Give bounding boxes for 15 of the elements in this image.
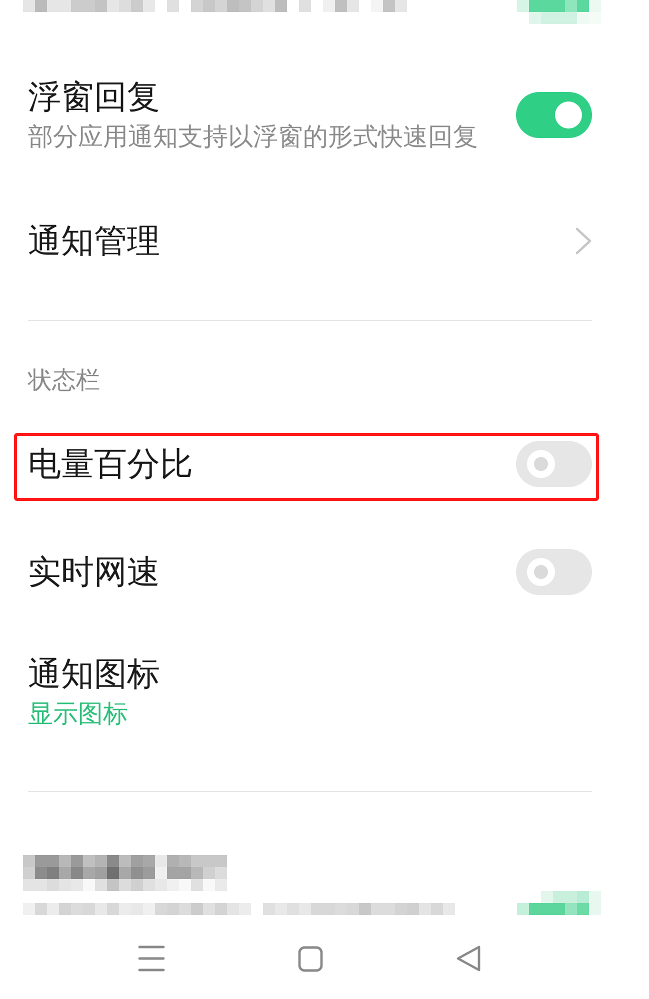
- back-icon[interactable]: [456, 945, 481, 972]
- menu-icon[interactable]: [138, 945, 165, 972]
- toggle-switch[interactable]: [516, 549, 592, 595]
- setting-title: 电量百分比: [28, 444, 193, 484]
- setting-value[interactable]: 显示图标: [28, 698, 128, 730]
- toggle-switch[interactable]: [516, 92, 592, 138]
- setting-title: 浮窗回复: [28, 77, 160, 117]
- setting-title: 实时网速: [28, 552, 160, 592]
- setting-description: 部分应用通知支持以浮窗的形式快速回复: [28, 121, 478, 153]
- section-header: 状态栏: [28, 366, 100, 394]
- setting-title: 通知管理: [28, 221, 160, 261]
- setting-title: 通知图标: [28, 654, 160, 694]
- chevron-right-icon[interactable]: [575, 227, 592, 255]
- toggle-switch[interactable]: [516, 441, 592, 487]
- square-icon[interactable]: [298, 946, 323, 972]
